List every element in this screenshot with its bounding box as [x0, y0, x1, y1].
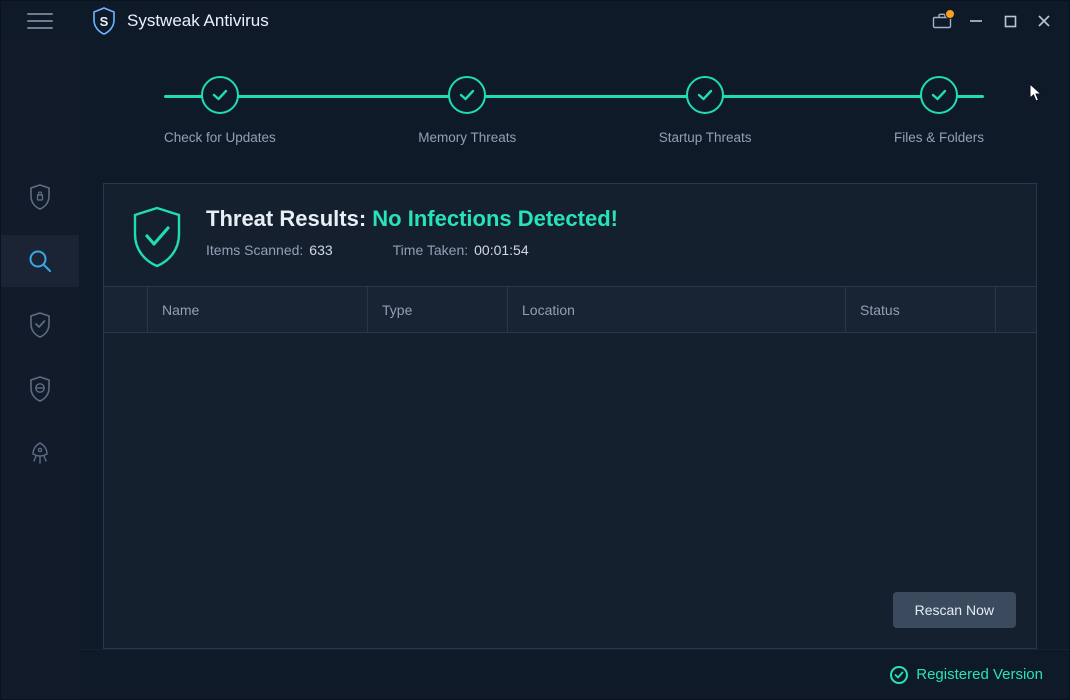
minimize-icon	[969, 14, 983, 28]
table-header: Name Type Location Status	[104, 287, 1036, 333]
table-body	[104, 333, 1036, 578]
menu-button[interactable]	[1, 1, 79, 41]
status-bar: Registered Version	[79, 649, 1069, 699]
scan-stepper: Check for Updates Memory Threats Startup…	[79, 41, 1069, 161]
app-body: Check for Updates Memory Threats Startup…	[1, 41, 1069, 699]
sidebar-item-scan[interactable]	[1, 235, 79, 287]
column-select	[104, 287, 148, 332]
step-label: Memory Threats	[418, 130, 516, 145]
shield-ok-icon	[130, 206, 184, 268]
hamburger-icon	[27, 13, 53, 29]
results-header: Threat Results: No Infections Detected! …	[104, 184, 1036, 286]
step-complete-icon	[448, 76, 486, 114]
close-button[interactable]	[1027, 6, 1061, 36]
main-content: Check for Updates Memory Threats Startup…	[79, 41, 1069, 699]
app-brand: S Systweak Antivirus	[79, 6, 269, 36]
step-check-updates: Check for Updates	[164, 76, 276, 145]
maximize-button[interactable]	[993, 6, 1027, 36]
app-logo-icon: S	[91, 6, 117, 36]
rocket-icon	[27, 440, 53, 466]
step-label: Files & Folders	[894, 130, 984, 145]
sidebar-item-web[interactable]	[1, 363, 79, 415]
step-label: Startup Threats	[659, 130, 752, 145]
app-window: S Systweak Antivirus	[0, 0, 1070, 700]
minimize-button[interactable]	[959, 6, 993, 36]
step-label: Check for Updates	[164, 130, 276, 145]
results-title-prefix: Threat Results:	[206, 206, 366, 231]
shield-lock-icon	[28, 183, 52, 211]
window-controls	[925, 6, 1061, 36]
results-title-status: No Infections Detected!	[372, 206, 618, 231]
registered-check-icon	[890, 666, 908, 684]
status-text: Registered Version	[916, 666, 1043, 683]
sidebar	[1, 41, 79, 699]
panel-footer: Rescan Now	[104, 578, 1036, 648]
title-bar: S Systweak Antivirus	[1, 1, 1069, 41]
time-taken-label: Time Taken:	[393, 242, 468, 258]
items-scanned-label: Items Scanned:	[206, 242, 303, 258]
column-location[interactable]: Location	[508, 287, 846, 332]
items-scanned-value: 633	[309, 242, 332, 258]
column-end	[996, 287, 1036, 332]
results-table: Name Type Location Status	[104, 286, 1036, 578]
step-files-folders: Files & Folders	[894, 76, 984, 145]
step-complete-icon	[686, 76, 724, 114]
results-stats: Items Scanned: 633 Time Taken: 00:01:54	[206, 242, 618, 258]
sidebar-item-boost[interactable]	[1, 427, 79, 479]
shield-e-icon	[28, 375, 52, 403]
column-status[interactable]: Status	[846, 287, 996, 332]
column-name[interactable]: Name	[148, 287, 368, 332]
rescan-button[interactable]: Rescan Now	[893, 592, 1016, 628]
step-complete-icon	[201, 76, 239, 114]
stepper-track	[164, 95, 984, 98]
maximize-icon	[1004, 15, 1017, 28]
sidebar-item-quarantine[interactable]	[1, 299, 79, 351]
notifications-button[interactable]	[925, 6, 959, 36]
shield-check-icon	[28, 311, 52, 339]
results-panel: Threat Results: No Infections Detected! …	[103, 183, 1037, 649]
app-title: Systweak Antivirus	[127, 11, 269, 31]
sidebar-item-protection[interactable]	[1, 171, 79, 223]
close-icon	[1037, 14, 1051, 28]
notification-badge-icon	[945, 9, 955, 19]
svg-text:S: S	[100, 14, 109, 29]
results-title: Threat Results: No Infections Detected!	[206, 206, 618, 232]
step-complete-icon	[920, 76, 958, 114]
search-icon	[27, 248, 53, 274]
time-taken-value: 00:01:54	[474, 242, 529, 258]
column-type[interactable]: Type	[368, 287, 508, 332]
step-memory-threats: Memory Threats	[418, 76, 516, 145]
step-startup-threats: Startup Threats	[659, 76, 752, 145]
